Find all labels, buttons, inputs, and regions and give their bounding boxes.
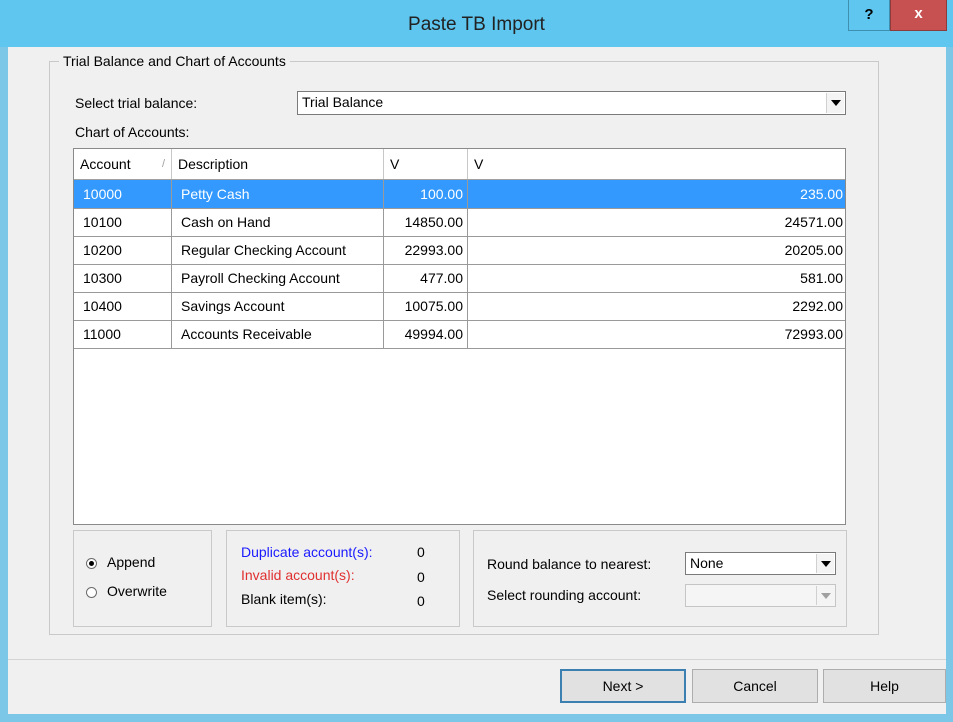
table-row[interactable]: 10400 Savings Account 10075.00 2292.00: [74, 292, 845, 321]
v1-cell: 100.00: [384, 180, 468, 208]
account-cell: 10200: [74, 236, 172, 264]
overwrite-label[interactable]: Overwrite: [107, 583, 167, 599]
v1-cell: 10075.00: [384, 292, 468, 320]
table-row[interactable]: 10100 Cash on Hand 14850.00 24571.00: [74, 208, 845, 237]
table-row[interactable]: 10300 Payroll Checking Account 477.00 58…: [74, 264, 845, 293]
footer-divider: [8, 659, 946, 660]
description-cell: Petty Cash: [172, 180, 384, 208]
round-balance-value: None: [690, 555, 724, 571]
column-header-v1[interactable]: V: [384, 149, 468, 179]
rounding-account-select[interactable]: [685, 584, 836, 607]
append-radio[interactable]: [86, 558, 97, 569]
append-label[interactable]: Append: [107, 554, 155, 570]
v1-cell: 49994.00: [384, 320, 468, 348]
duplicate-accounts-label: Duplicate account(s):: [241, 544, 373, 560]
table-row[interactable]: 10200 Regular Checking Account 22993.00 …: [74, 236, 845, 265]
next-button[interactable]: Next >: [560, 669, 686, 703]
v1-cell: 477.00: [384, 264, 468, 292]
invalid-accounts-count: 0: [417, 569, 425, 585]
window-title: Paste TB Import: [408, 14, 545, 35]
account-cell: 10100: [74, 208, 172, 236]
v2-cell: 24571.00: [784, 214, 843, 230]
description-cell: Regular Checking Account: [172, 236, 384, 264]
help-icon[interactable]: ?: [848, 0, 890, 31]
next-button-label: Next >: [602, 678, 644, 694]
account-cell: 11000: [74, 320, 172, 348]
chevron-down-icon: [816, 586, 834, 605]
dialog-body: Trial Balance and Chart of Accounts Sele…: [8, 47, 946, 714]
group-title: Trial Balance and Chart of Accounts: [59, 53, 290, 69]
chevron-down-icon[interactable]: [816, 554, 834, 573]
v1-cell: 14850.00: [384, 208, 468, 236]
invalid-accounts-label: Invalid account(s):: [241, 567, 355, 583]
sort-indicator-icon: /: [161, 158, 165, 170]
v1-cell: 22993.00: [384, 236, 468, 264]
column-header-v2[interactable]: V: [468, 149, 845, 179]
account-cell: 10400: [74, 292, 172, 320]
v2-cell: 581.00: [800, 270, 843, 286]
trial-balance-select[interactable]: Trial Balance: [297, 91, 846, 115]
column-header-account[interactable]: Account /: [74, 149, 172, 179]
v2-cell: 2292.00: [792, 298, 843, 314]
import-mode-panel: [73, 530, 212, 627]
v2-cell: 72993.00: [784, 326, 843, 342]
description-cell: Savings Account: [172, 292, 384, 320]
account-cell: 10300: [74, 264, 172, 292]
description-cell: Payroll Checking Account: [172, 264, 384, 292]
grid-header: Account / Description V V: [74, 149, 845, 180]
table-row[interactable]: 11000 Accounts Receivable 49994.00 72993…: [74, 320, 845, 349]
close-icon[interactable]: x: [890, 0, 947, 31]
column-header-description[interactable]: Description: [172, 149, 384, 179]
v2-cell: 20205.00: [784, 242, 843, 258]
blank-items-label: Blank item(s):: [241, 591, 327, 607]
overwrite-radio[interactable]: [86, 587, 97, 598]
duplicate-accounts-count: 0: [417, 544, 425, 560]
column-header-label: Account: [80, 156, 131, 172]
v2-cell: 235.00: [800, 186, 843, 202]
rounding-panel: [473, 530, 847, 627]
chart-of-accounts-label: Chart of Accounts:: [75, 124, 190, 140]
description-cell: Accounts Receivable: [172, 320, 384, 348]
table-row[interactable]: 10000 Petty Cash 100.00 235.00: [74, 180, 845, 209]
rounding-account-label: Select rounding account:: [487, 587, 642, 603]
round-balance-label: Round balance to nearest:: [487, 556, 652, 572]
account-cell: 10000: [74, 180, 172, 208]
round-balance-select[interactable]: None: [685, 552, 836, 575]
trial-balance-value: Trial Balance: [302, 94, 384, 110]
help-button[interactable]: Help: [823, 669, 946, 703]
cancel-button[interactable]: Cancel: [692, 669, 818, 703]
chevron-down-icon[interactable]: [826, 93, 844, 113]
description-cell: Cash on Hand: [172, 208, 384, 236]
chart-of-accounts-grid[interactable]: Account / Description V V 10000 Petty Ca…: [73, 148, 846, 525]
select-trial-balance-label: Select trial balance:: [75, 95, 198, 111]
blank-items-count: 0: [417, 593, 425, 609]
